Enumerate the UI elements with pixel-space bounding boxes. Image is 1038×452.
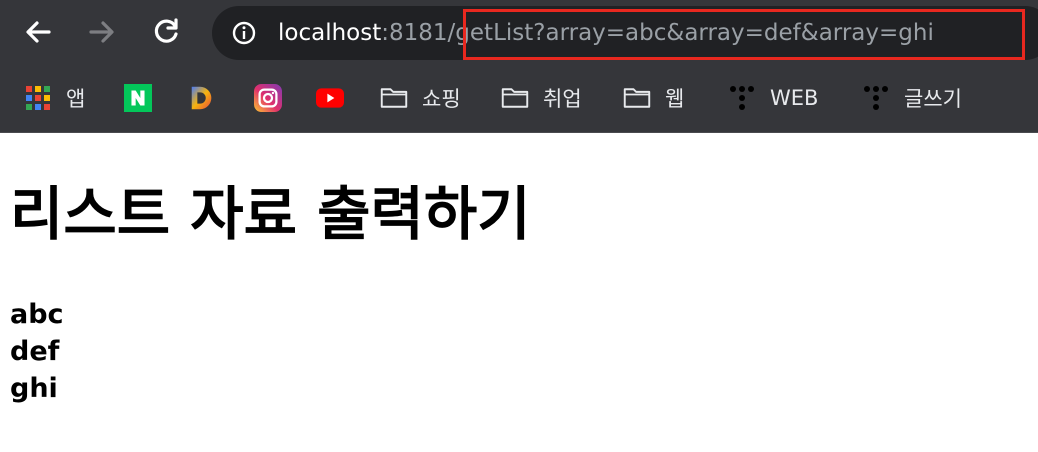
naver-icon <box>124 84 152 112</box>
folder-icon <box>501 84 529 112</box>
tistory-icon <box>728 84 756 112</box>
info-icon <box>232 21 256 45</box>
list-item: abc <box>10 299 64 330</box>
reload-icon <box>154 18 178 43</box>
back-button[interactable] <box>18 12 58 52</box>
bookmark-folder-web[interactable]: 웹 <box>623 82 684 114</box>
list-item: def <box>10 336 60 367</box>
bookmark-youtube[interactable] <box>316 82 344 114</box>
arrow-right-icon <box>89 21 114 43</box>
folder-icon <box>380 84 408 112</box>
site-info-button[interactable] <box>232 21 256 45</box>
bookmark-label: 쇼핑 <box>422 87 461 111</box>
bookmark-label: 웹 <box>665 87 685 111</box>
bookmark-web[interactable]: WEB <box>728 82 818 114</box>
instagram-icon <box>254 84 282 112</box>
bookmark-apps[interactable]: 앱 <box>24 82 85 114</box>
bookmark-label: WEB <box>770 86 819 110</box>
arrow-left-icon <box>26 21 51 43</box>
chrome-divider <box>0 132 1038 133</box>
list-item: ghi <box>10 373 58 404</box>
browser-chrome: localhost:8181/getList?array=abc&array=d… <box>0 0 1038 133</box>
daum-icon <box>188 84 216 112</box>
forward-button[interactable] <box>82 12 122 52</box>
bookmark-label: 취업 <box>543 87 582 111</box>
bookmark-daum[interactable] <box>188 82 216 114</box>
reload-button[interactable] <box>146 12 186 52</box>
bookmark-label: 글쓰기 <box>904 87 962 111</box>
youtube-icon <box>316 84 344 112</box>
page-title: 리스트 자료 출력하기 <box>10 180 531 248</box>
page-content: 리스트 자료 출력하기 abc def ghi <box>10 134 1038 452</box>
url-port: :8181 <box>381 20 448 46</box>
bookmark-instagram[interactable] <box>254 82 282 114</box>
bookmark-label: 앱 <box>66 87 86 111</box>
bookmark-naver[interactable] <box>124 82 152 114</box>
apps-grid-icon <box>24 84 52 112</box>
browser-toolbar: localhost:8181/getList?array=abc&array=d… <box>0 0 1038 68</box>
url-highlight-box <box>463 9 1025 60</box>
output-list: abc def ghi <box>10 296 64 407</box>
bookmarks-bar: 앱 쇼핑 취업 웹 WEB 글쓰기 <box>0 70 1038 126</box>
bookmark-writing[interactable]: 글쓰기 <box>862 82 962 114</box>
url-host: localhost <box>278 20 382 46</box>
folder-icon <box>623 84 651 112</box>
bookmark-folder-jobs[interactable]: 취업 <box>501 82 582 114</box>
tistory-icon <box>862 84 890 112</box>
bookmark-folder-shopping[interactable]: 쇼핑 <box>380 82 461 114</box>
